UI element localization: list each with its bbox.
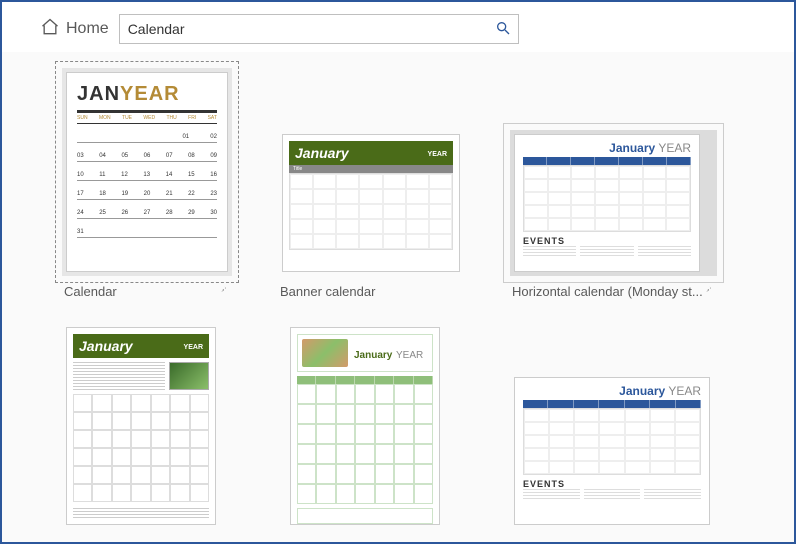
template-thumbnail: January YEAR [66,327,216,525]
thumb-month: January [354,350,392,361]
template-tile-horizontal-calendar[interactable]: January YEAR EVENTS Ho [510,130,717,299]
thumb-year: YEAR [120,83,180,105]
thumb-year: YEAR [658,141,691,155]
template-thumbnail: January YEAR EVENTS [514,377,710,525]
template-gallery: JANYEAR SUNMONTUEWEDTHUFRISAT 0102 03040… [2,52,794,542]
thumb-dow: SUNMONTUEWEDTHUFRISAT [77,110,217,124]
template-tile[interactable]: January YEAR [286,323,444,529]
home-label: Home [66,20,109,38]
template-thumbnail: January YEAR EVENTS [514,134,700,272]
search-icon [495,20,511,39]
thumb-month: January [619,384,665,398]
search-box [119,14,519,44]
pin-icon[interactable] [703,284,715,299]
thumb-year: YEAR [184,344,203,351]
thumb-year: YEAR [396,350,423,361]
thumb-year: YEAR [428,151,447,158]
template-thumbnail: JANYEAR SUNMONTUEWEDTHUFRISAT 0102 03040… [66,72,228,272]
thumb-events-label: EVENTS [523,479,701,489]
thumb-year: YEAR [668,384,701,398]
template-picker-window: Home JANYEAR [0,0,796,544]
template-thumbnail: January YEAR [290,327,440,525]
thumb-title-word: Title [289,165,371,173]
template-tile-calendar[interactable]: JANYEAR SUNMONTUEWEDTHUFRISAT 0102 03040… [62,68,232,299]
thumb-month: January [79,338,133,354]
home-button[interactable]: Home [40,17,109,42]
template-thumbnail: January YEAR Title [282,134,460,272]
search-button[interactable] [488,15,518,43]
gallery-row: JanuaryYEAR [62,323,756,529]
template-tile[interactable]: January YEAR EVENTS [510,373,714,529]
template-tile[interactable]: January YEAR [62,323,220,529]
template-label: Horizontal calendar (Monday st... [512,284,703,299]
thumb-month: JAN [77,83,120,105]
header-bar: Home [2,2,794,52]
template-label: Calendar [64,284,117,299]
search-input[interactable] [120,15,488,43]
thumb-month: January [295,145,349,161]
thumb-events-label: EVENTS [523,236,691,246]
pin-icon[interactable] [218,284,230,299]
gallery-row: JANYEAR SUNMONTUEWEDTHUFRISAT 0102 03040… [62,68,756,299]
thumb-photo-placeholder [302,339,348,367]
thumb-month: January [609,141,655,155]
home-icon [40,17,60,42]
template-tile-banner-calendar[interactable]: January YEAR Title Banner calendar [278,130,464,299]
template-label: Banner calendar [280,284,375,299]
